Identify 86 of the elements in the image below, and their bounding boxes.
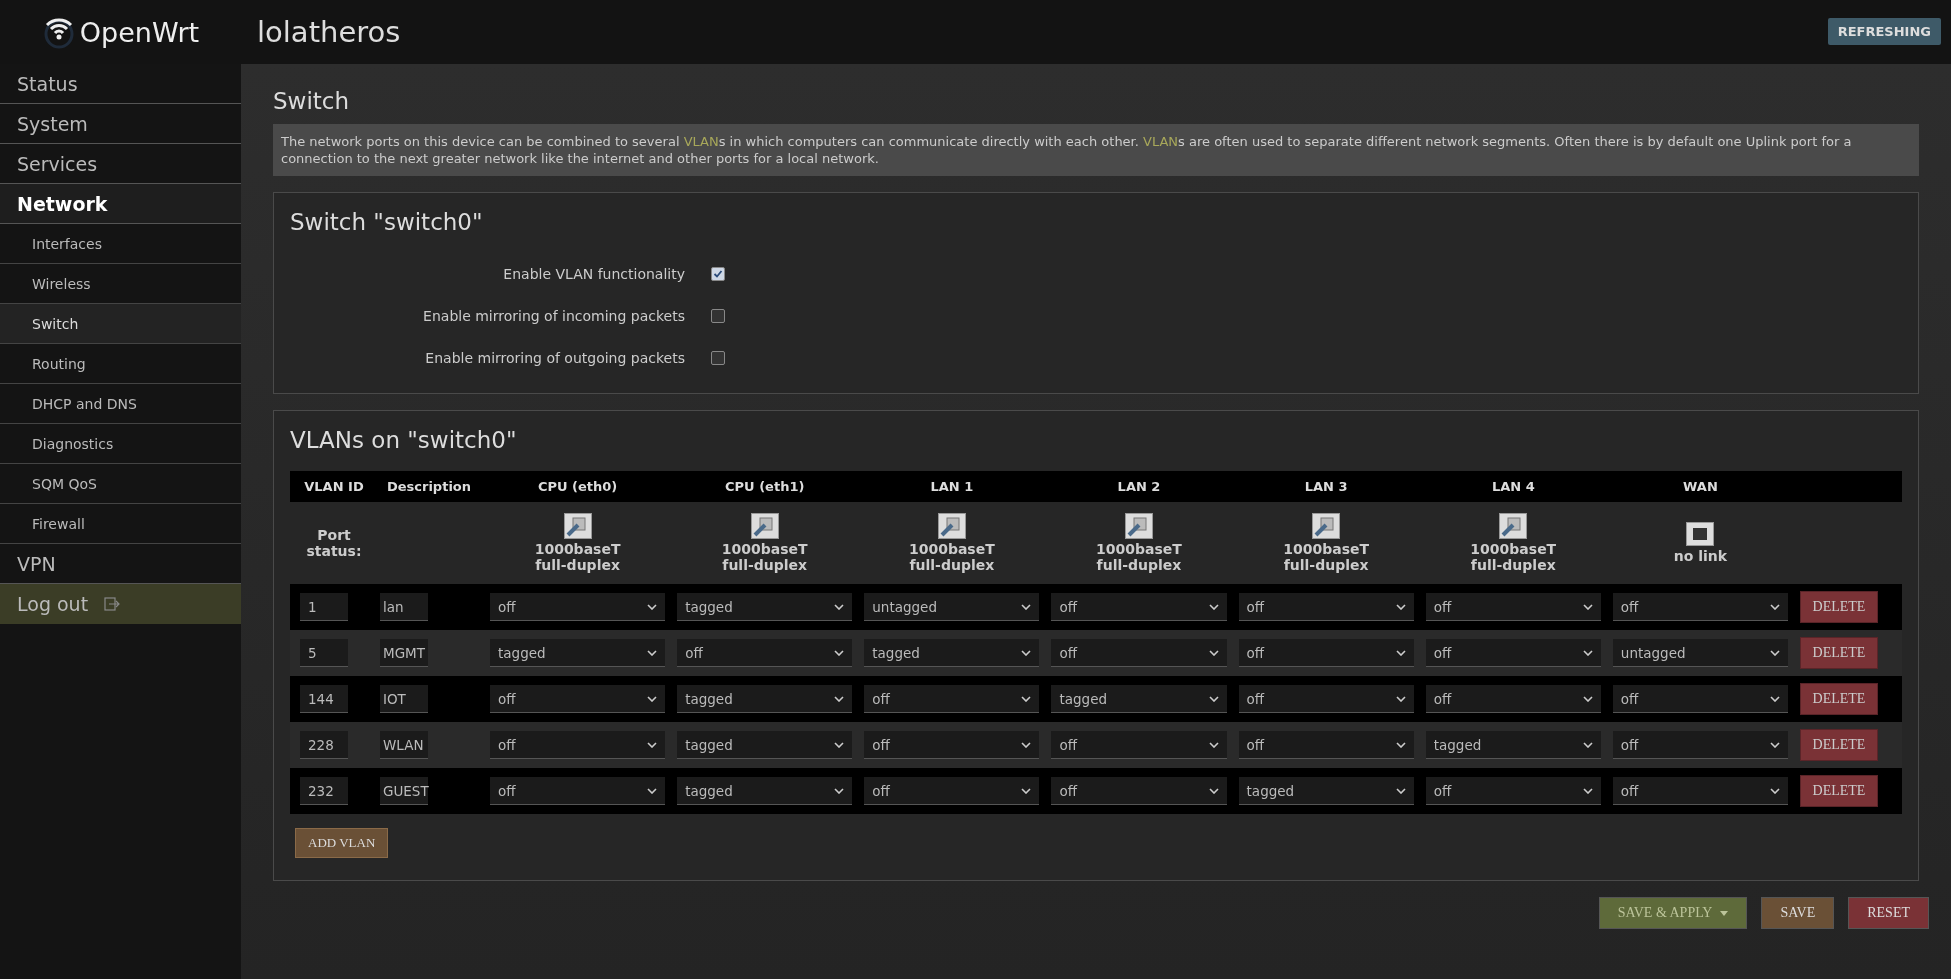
port-mode-select[interactable]: off — [1612, 777, 1788, 805]
port-mode-select[interactable]: tagged — [1051, 685, 1227, 713]
description-field[interactable]: IOT — [380, 685, 428, 713]
port-mode-select[interactable]: off — [1051, 639, 1227, 667]
vlan-id-field[interactable]: 144 — [300, 685, 348, 713]
delete-button[interactable]: DELETE — [1800, 591, 1878, 623]
vlan-link[interactable]: VLAN — [683, 134, 719, 149]
sidebar-submenu-item[interactable]: Switch — [0, 304, 241, 344]
vlan-id-field[interactable]: 228 — [300, 731, 348, 759]
port-mode-select[interactable]: off — [1425, 685, 1601, 713]
column-header: LAN 3 — [1303, 479, 1349, 494]
port-mode-select[interactable]: off — [864, 685, 1040, 713]
page-description: The network ports on this device can be combined to several VLANs in which computers can communicate directly with each other. VLANs are often used to separate different network segments. Often there is by default one Uplink port for a connection to the next greater network like the internet and other ports for a local network. — [273, 124, 1919, 176]
menu-label: Log out — [17, 593, 89, 615]
port-status-text: 1000baseT full-duplex — [1283, 541, 1370, 573]
column-header: LAN 4 — [1490, 479, 1536, 494]
delete-button[interactable]: DELETE — [1800, 729, 1878, 761]
port-mode-select[interactable]: tagged — [677, 593, 853, 621]
column-header: Description — [385, 479, 473, 494]
port-mode-select[interactable]: off — [490, 593, 666, 621]
vlan-id-field[interactable]: 1 — [300, 593, 348, 621]
vlan-link[interactable]: VLAN — [1143, 134, 1179, 149]
column-header: LAN 2 — [1116, 479, 1162, 494]
port-status-text: 1000baseT full-duplex — [534, 541, 621, 573]
description-field[interactable]: WLAN — [380, 731, 428, 759]
port-mode-select[interactable]: off — [1238, 593, 1414, 621]
port-mode-select[interactable]: off — [1238, 639, 1414, 667]
port-mode-select[interactable]: off — [1051, 731, 1227, 759]
section-title: VLANs on "switch0" — [290, 427, 518, 453]
port-mode-select[interactable]: off — [677, 639, 853, 667]
hostname-title: lolatheros — [257, 15, 402, 49]
port-mode-select[interactable]: off — [1612, 685, 1788, 713]
refreshing-badge[interactable]: REFRESHING — [1827, 18, 1941, 45]
port-status-text: 1000baseT full-duplex — [908, 541, 995, 573]
port-mode-select[interactable]: off — [1051, 777, 1227, 805]
column-header: CPU (eth0) — [536, 479, 619, 494]
port-status-label: Port status: — [305, 527, 363, 559]
vlan-id-field[interactable]: 232 — [300, 777, 348, 805]
description-field[interactable]: lan — [380, 593, 428, 621]
port-mode-select[interactable]: tagged — [677, 685, 853, 713]
port-mode-select[interactable]: off — [1238, 685, 1414, 713]
vlan-id-field[interactable]: 5 — [300, 639, 348, 667]
port-mode-select[interactable]: off — [864, 777, 1040, 805]
option-label: Enable mirroring of incoming packets — [422, 308, 685, 324]
port-mode-select[interactable]: off — [864, 731, 1040, 759]
port-mode-select[interactable]: off — [1425, 777, 1601, 805]
port-mode-select[interactable]: off — [1425, 593, 1601, 621]
page-title: Switch — [273, 88, 351, 114]
port-mode-select[interactable]: off — [1425, 639, 1601, 667]
column-header: WAN — [1682, 479, 1719, 494]
column-header: LAN 1 — [929, 479, 975, 494]
save-button[interactable]: SAVE — [1761, 897, 1835, 929]
logout-menu-item[interactable]: Log out — [0, 584, 241, 624]
port-status-text: 1000baseT full-duplex — [1470, 541, 1557, 573]
section-title: Switch "switch0" — [290, 209, 484, 235]
delete-button[interactable]: DELETE — [1800, 683, 1878, 715]
port-status-text: 1000baseT full-duplex — [721, 541, 808, 573]
delete-button[interactable]: DELETE — [1800, 775, 1878, 807]
port-mode-select[interactable]: untagged — [864, 593, 1040, 621]
option-label: Enable mirroring of outgoing packets — [424, 350, 685, 366]
column-header: CPU (eth1) — [724, 479, 806, 494]
logo-text: OpenWrt — [79, 16, 200, 48]
delete-button[interactable]: DELETE — [1800, 637, 1878, 669]
port-mode-select[interactable]: off — [490, 777, 666, 805]
sidebar-menu-item[interactable]: Network — [0, 184, 241, 224]
port-status-text: 1000baseT full-duplex — [1096, 541, 1182, 573]
port-mode-select[interactable]: off — [1238, 731, 1414, 759]
port-mode-select[interactable]: off — [490, 685, 666, 713]
port-mode-select[interactable]: tagged — [490, 639, 666, 667]
port-mode-select[interactable]: off — [490, 731, 666, 759]
port-mode-select[interactable]: tagged — [677, 731, 853, 759]
option-label: Enable VLAN functionality — [502, 266, 685, 282]
description-field[interactable]: MGMT — [380, 639, 428, 667]
port-mode-select[interactable]: tagged — [864, 639, 1040, 667]
port-mode-select[interactable]: tagged — [1425, 731, 1601, 759]
description-field[interactable]: GUEST — [380, 777, 428, 805]
port-mode-select[interactable]: off — [1051, 593, 1227, 621]
port-mode-select[interactable]: off — [1612, 731, 1788, 759]
port-mode-select[interactable]: off — [1612, 593, 1788, 621]
reset-button[interactable]: RESET — [1848, 897, 1929, 929]
port-mode-select[interactable]: tagged — [677, 777, 853, 805]
port-mode-select[interactable]: untagged — [1612, 639, 1788, 667]
column-header: VLAN ID — [303, 479, 365, 494]
port-mode-select[interactable]: tagged — [1238, 777, 1414, 805]
port-status-text: no link — [1673, 548, 1728, 564]
add-vlan-button[interactable]: ADD VLAN — [295, 828, 389, 858]
